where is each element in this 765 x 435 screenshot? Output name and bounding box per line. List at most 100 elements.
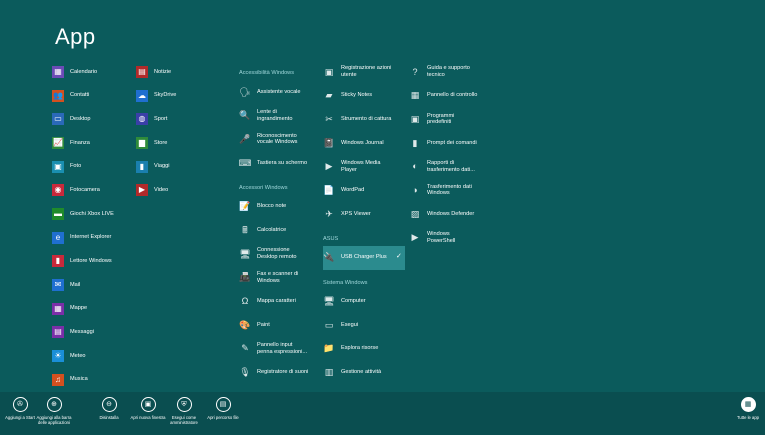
checkmark-icon: ✓ bbox=[396, 253, 402, 261]
app-label: Calcolatrice bbox=[257, 226, 287, 233]
app-tile[interactable]: ✂ Strumento di cattura bbox=[323, 107, 405, 131]
pin-taskbar-icon: ⊕ bbox=[46, 397, 62, 412]
app-tile[interactable]: 📓 Windows Journal bbox=[323, 131, 405, 155]
open-location-button[interactable]: ▤ Apri percorso file bbox=[203, 397, 243, 420]
new-window-button[interactable]: ▣ Apri nuova finestra bbox=[128, 397, 168, 420]
app-tile[interactable]: 🖥 Connessione Desktop remoto bbox=[239, 242, 321, 266]
run-as-admin-button[interactable]: ⛨ Esegui come amministratore bbox=[164, 397, 204, 425]
app-tile[interactable]: 🖥 Computer bbox=[323, 290, 405, 314]
app-tile[interactable]: ▭ Desktop bbox=[52, 107, 134, 131]
app-tile[interactable]: 🖩 Calcolatrice bbox=[239, 218, 321, 242]
app-label: Windows Media Player bbox=[341, 160, 381, 173]
app-tile[interactable]: ▦ Mappe bbox=[52, 297, 134, 321]
app-tile[interactable]: ◑ Trasferimento dati Windows bbox=[409, 178, 491, 202]
app-tile[interactable]: 📠 Fax e scanner di Windows bbox=[239, 266, 321, 290]
control-panel-icon: ▦ bbox=[410, 90, 420, 101]
app-tile[interactable]: ◐ Rapporti di trasferimento dati... bbox=[409, 155, 491, 179]
uninstall-button[interactable]: ⊖ Disinstalla bbox=[89, 397, 129, 420]
pin-taskbar-button[interactable]: ⊕ Aggiungi alla barra delle applicazioni bbox=[34, 397, 74, 425]
app-bar-button-label: Disinstalla bbox=[99, 415, 119, 420]
app-tile[interactable]: ▣ Programmi predefiniti bbox=[409, 107, 491, 131]
app-label: Windows Defender bbox=[427, 210, 475, 217]
app-tile[interactable]: 🗣 Assistente vocale bbox=[239, 80, 321, 104]
app-tile[interactable]: ▶ Windows Media Player bbox=[323, 155, 405, 179]
app-tile[interactable]: ▭ Esegui bbox=[323, 313, 405, 337]
app-label: XPS Viewer bbox=[341, 210, 371, 217]
app-tile[interactable]: ▰ Sticky Notes bbox=[323, 84, 405, 108]
calendar-icon: ▦ bbox=[52, 65, 64, 78]
all-apps-button[interactable]: ▦ Tutte le app bbox=[728, 397, 765, 420]
app-tile[interactable]: ▮ Lettore Windows bbox=[52, 250, 134, 274]
app-tile[interactable]: ▥ Gestione attività bbox=[323, 361, 405, 385]
app-label: Internet Explorer bbox=[70, 234, 112, 241]
mail-icon: ✉ bbox=[52, 279, 64, 292]
app-label: Sport bbox=[154, 115, 168, 122]
app-tile[interactable]: 🎤 Riconoscimento vocale Windows bbox=[239, 127, 321, 151]
media-player-icon: ▶ bbox=[325, 161, 333, 172]
app-tile[interactable]: ▣ Foto bbox=[52, 155, 134, 179]
weather-icon: ☀ bbox=[52, 350, 64, 363]
app-label: Video bbox=[154, 186, 169, 193]
app-tile[interactable]: ▮ Viaggi bbox=[136, 155, 218, 179]
app-tile[interactable]: ♫ Musica bbox=[52, 368, 134, 392]
app-tile[interactable]: 📈 Finanza bbox=[52, 131, 134, 155]
narrator-icon: 🗣 bbox=[239, 86, 251, 97]
app-tile[interactable]: ▶ Video bbox=[136, 178, 218, 202]
app-tile[interactable]: 🔌 USB Charger Plus ✓ bbox=[323, 245, 405, 270]
app-tile[interactable]: ? Guida e supporto tecnico bbox=[409, 60, 491, 84]
app-tile[interactable]: ▣ Registrazione azioni utente bbox=[323, 60, 405, 84]
app-tile[interactable]: ▮ Prompt dei comandi bbox=[409, 131, 491, 155]
app-tile[interactable]: ✉ Mail bbox=[52, 273, 134, 297]
app-label: Connessione Desktop remoto bbox=[257, 247, 297, 260]
app-tile[interactable]: 📄 WordPad bbox=[323, 178, 405, 202]
app-tile[interactable]: 📝 Blocco note bbox=[239, 195, 321, 219]
app-tile[interactable]: 📁 Esplora risorse bbox=[323, 337, 405, 361]
app-tile[interactable]: ▦ Pannello di controllo bbox=[409, 84, 491, 108]
app-label: Rapporti di trasferimento dati... bbox=[427, 160, 475, 173]
app-column-2: ▤ Notizie ☁ SkyDrive ◍ Sport ▆ Store ▮ Viaggi ▶ Vid… bbox=[136, 60, 218, 202]
app-label: Lente di ingrandimento bbox=[257, 108, 293, 122]
app-tile[interactable]: ☁ SkyDrive bbox=[136, 84, 218, 108]
app-bar-button-label: Esegui come amministratore bbox=[170, 415, 198, 425]
app-label: Paint bbox=[257, 321, 270, 328]
app-tile[interactable]: ▦ Calendario bbox=[52, 60, 134, 84]
app-column-4: ▣ Registrazione azioni utente ▰ Sticky Note… bbox=[323, 60, 405, 384]
app-tile[interactable]: 🎨 Paint bbox=[239, 313, 321, 337]
app-label: Assistente vocale bbox=[257, 88, 301, 95]
app-tile[interactable]: ▤ Messaggi bbox=[52, 321, 134, 345]
app-tile[interactable]: ▤ Notizie bbox=[136, 60, 218, 84]
group-header: ASUS bbox=[323, 235, 339, 242]
app-tile[interactable]: ◉ Fotocamera bbox=[52, 178, 134, 202]
computer-icon: 🖥 bbox=[323, 296, 335, 307]
app-tile[interactable]: ▬ Giochi Xbox LIVE bbox=[52, 202, 134, 226]
app-label: Foto bbox=[70, 163, 82, 170]
app-tile[interactable]: 🎙 Registratore di suoni bbox=[239, 361, 321, 385]
snipping-tool-icon: ✂ bbox=[325, 113, 333, 124]
app-label: Desktop bbox=[70, 115, 91, 122]
notepad-icon: 📝 bbox=[239, 201, 251, 212]
app-label: Fotocamera bbox=[70, 186, 100, 193]
app-label: Strumento di cattura bbox=[341, 115, 392, 122]
music-icon: ♫ bbox=[52, 373, 64, 386]
app-label: Fax e scanner di Windows bbox=[257, 271, 299, 284]
app-tile[interactable]: ✈ XPS Viewer bbox=[323, 202, 405, 226]
app-tile[interactable]: ▆ Store bbox=[136, 131, 218, 155]
app-tile[interactable]: 🔍 Lente di ingrandimento bbox=[239, 104, 321, 128]
app-tile[interactable]: ⌨ Tastiera su schermo bbox=[239, 151, 321, 175]
app-tile[interactable]: ◍ Sport bbox=[136, 107, 218, 131]
app-tile[interactable]: ☀ Meteo bbox=[52, 344, 134, 368]
group-header: Sistema Windows bbox=[323, 279, 368, 286]
app-tile[interactable]: ✎ Pannello input penna espressioni... bbox=[239, 337, 321, 361]
app-label: Finanza bbox=[70, 139, 90, 146]
internet-explorer-icon: e bbox=[52, 231, 64, 244]
app-tile[interactable]: Ω Mappa caratteri bbox=[239, 290, 321, 314]
app-tile[interactable]: ▨ Windows Defender bbox=[409, 202, 491, 226]
app-tile[interactable]: 👥 Contatti bbox=[52, 84, 134, 108]
app-label: USB Charger Plus bbox=[341, 254, 387, 261]
easy-transfer-icon: ◑ bbox=[412, 184, 418, 195]
run-icon: ▭ bbox=[324, 319, 334, 330]
app-tile[interactable]: ▶ Windows PowerShell bbox=[409, 226, 491, 250]
app-tile[interactable]: e Internet Explorer bbox=[52, 226, 134, 250]
app-column-3: Accessibilità Windows 🗣 Assistente vocale 🔍… bbox=[239, 60, 321, 384]
store-icon: ▆ bbox=[136, 136, 148, 149]
